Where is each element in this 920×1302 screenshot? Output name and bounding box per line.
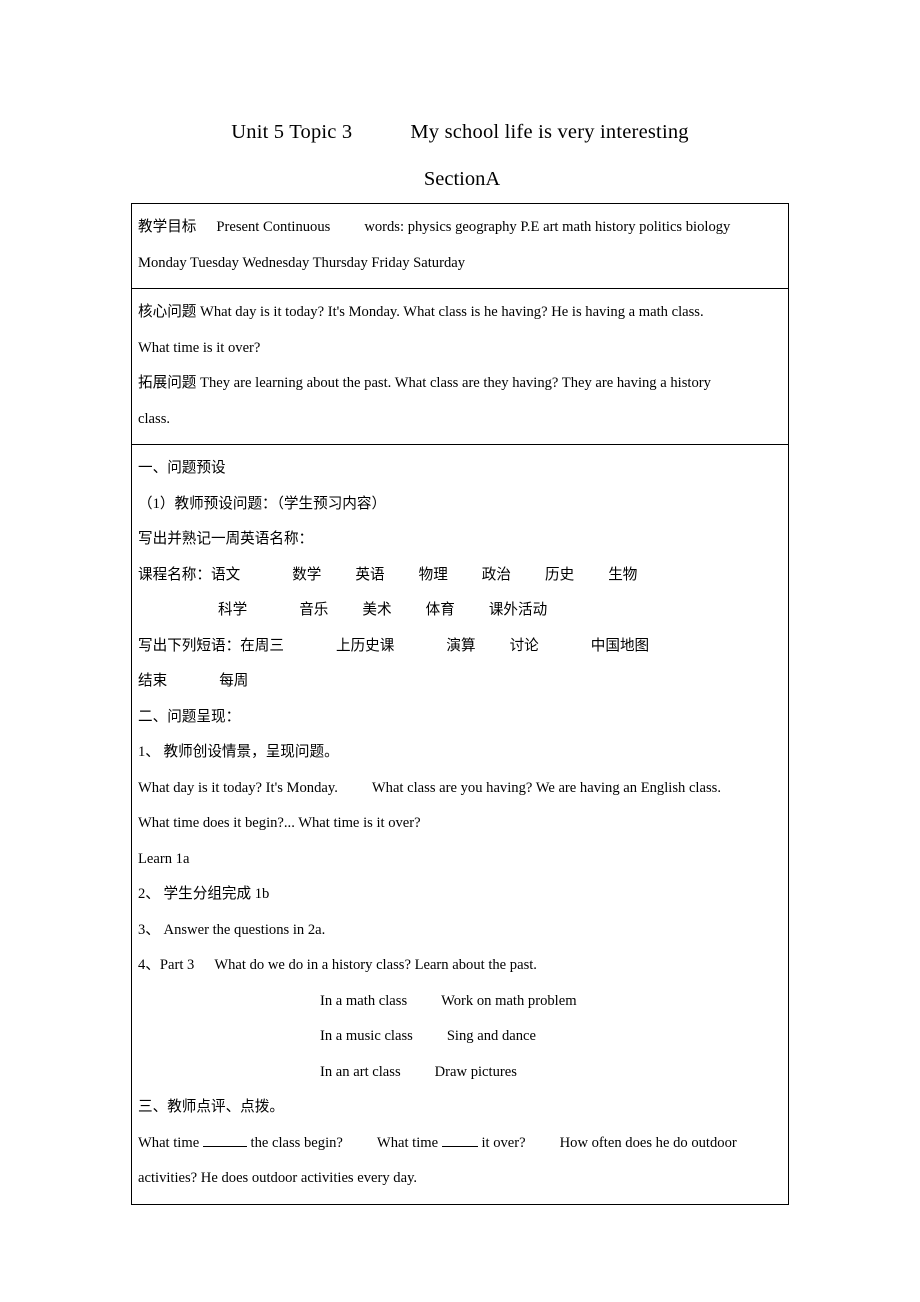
- step-2-label: 2、 学生分组完成 1b: [138, 886, 270, 902]
- class-pair-left: In an art class: [320, 1063, 401, 1080]
- step-3-label: 3、 Answer the questions in 2a.: [138, 921, 326, 938]
- extend-question-line-2: class.: [138, 410, 171, 427]
- core-question-line-2: What time is it over?: [138, 339, 261, 356]
- class-pair-row: In a math class Work on math problem: [138, 984, 782, 1020]
- lesson-plan-table: 教学目标 Present Continuous words: physics geo…: [131, 203, 789, 1205]
- extend-question-label: 拓展问题: [138, 375, 197, 391]
- phrase-on-wednesday: 在周三: [240, 637, 284, 654]
- phrases-label: 写出下列短语：: [138, 637, 241, 654]
- class-pair-right: Sing and dance: [446, 1028, 536, 1044]
- title-line-1: Unit 5 Topic 3 My school life is very int…: [0, 108, 920, 156]
- course-pe: 体育: [425, 602, 455, 618]
- step-4-number: 4、Part 3: [138, 957, 195, 973]
- course-music: 音乐: [299, 602, 329, 618]
- objectives-line-2: Monday Tuesday Wednesday Thursday Friday…: [138, 254, 466, 271]
- title-unit-topic: Unit 5 Topic 3: [231, 121, 353, 143]
- review-text-d: it over?: [481, 1134, 526, 1151]
- course-politics: 政治: [481, 566, 511, 583]
- course-chinese: 语文: [210, 566, 241, 583]
- objectives-line-1: 教学目标 Present Continuous words: physics geo…: [138, 210, 782, 246]
- preset-question-item: （1）教师预设问题：（学生预习内容）: [138, 495, 387, 512]
- objectives-label: 教学目标: [138, 219, 197, 235]
- class-pair-left: In a math class: [320, 992, 408, 1009]
- core-question-label: 核心问题: [138, 304, 197, 320]
- core-question-line-1: 核心问题 What day is it today? It's Monday. …: [138, 295, 782, 331]
- step-1-dialogue-line-1: What day is it today? It's Monday. What c…: [138, 771, 782, 807]
- phrase-be-over: 结束: [138, 673, 168, 689]
- step-4-text: What do we do in a history class? Learn …: [214, 957, 537, 973]
- write-weekdays-item: 写出并熟记一周英语名称：: [138, 531, 314, 547]
- table-row-objectives: 教学目标 Present Continuous words: physics geo…: [131, 203, 789, 289]
- table-row-body: 一、问题预设 （1）教师预设问题：（学生预习内容） 写出并熟记一周英语名称： 课…: [131, 444, 789, 1205]
- section-1-heading: 一、问题预设: [138, 460, 226, 476]
- course-names-row-1: 课程名称：语文 数学 英语 物理 政治 历史 生物: [138, 558, 782, 594]
- step-4-label: 4、Part 3 What do we do in a history class…: [138, 948, 782, 984]
- step-1-dialogue-line-2: What time does it begin?... What time is…: [138, 815, 421, 831]
- learn-1a-line: Learn 1a: [138, 850, 190, 867]
- class-pair-row: In a music class Sing and dance: [138, 1019, 782, 1055]
- objectives-grammar: Present Continuous: [216, 219, 331, 235]
- section-2-heading: 二、问题呈现：: [138, 708, 241, 725]
- step-1-question-b: What class are you having? We are having…: [371, 779, 721, 796]
- questions-cell: 核心问题 What day is it today? It's Monday. …: [131, 288, 789, 445]
- step-1-label: 1、 教师创设情景，呈现问题。: [138, 744, 339, 760]
- course-math: 数学: [292, 566, 322, 583]
- document-title: Unit 5 Topic 3 My school life is very int…: [0, 108, 920, 202]
- phrase-every-week: 每周: [219, 673, 249, 689]
- course-english: 英语: [355, 566, 385, 583]
- course-science: 科学: [218, 602, 248, 618]
- phrase-map-of-china: 中国地图: [590, 637, 650, 654]
- class-pair-left: In a music class: [320, 1028, 413, 1044]
- extend-question-line-1: 拓展问题 They are learning about the past. W…: [138, 366, 782, 402]
- course-physics: 物理: [418, 566, 448, 583]
- course-history: 历史: [545, 566, 575, 583]
- review-text-a: What time: [138, 1134, 200, 1151]
- phrases-row-2: 结束 每周: [138, 664, 782, 700]
- class-pair-right: Draw pictures: [434, 1063, 517, 1080]
- course-biology: 生物: [608, 566, 638, 583]
- course-names-label: 课程名称：: [138, 566, 211, 583]
- fill-blank: [441, 1133, 478, 1147]
- class-pair-right: Work on math problem: [441, 992, 577, 1009]
- review-line-2: activities? He does outdoor activities e…: [138, 1170, 418, 1186]
- lesson-body-cell: 一、问题预设 （1）教师预设问题：（学生预习内容） 写出并熟记一周英语名称： 课…: [131, 444, 789, 1205]
- core-question-text: What day is it today? It's Monday. What …: [200, 304, 704, 320]
- review-line-1: What time the class begin? What time it o…: [138, 1126, 782, 1162]
- review-text-c: What time: [376, 1134, 439, 1151]
- course-names-row-2: 科学 音乐 美术 体育 课外活动: [138, 593, 782, 629]
- review-text-b: the class begin?: [250, 1134, 343, 1151]
- phrases-row-1: 写出下列短语：在周三 上历史课 演算 讨论 中国地图: [138, 629, 782, 665]
- document-page: Unit 5 Topic 3 My school life is very int…: [0, 0, 920, 1302]
- fill-blank: [202, 1133, 247, 1147]
- objectives-words-label: words:: [364, 219, 405, 235]
- table-row-questions: 核心问题 What day is it today? It's Monday. …: [131, 288, 789, 445]
- review-text-e: How often does he do outdoor: [559, 1134, 737, 1151]
- step-1-question-a: What day is it today? It's Monday.: [138, 779, 338, 796]
- objectives-cell: 教学目标 Present Continuous words: physics geo…: [131, 203, 789, 289]
- title-lesson-name: My school life is very interesting: [410, 121, 689, 143]
- phrase-work-out: 演算: [446, 637, 476, 654]
- course-art: 美术: [362, 602, 392, 618]
- class-pair-row: In an art class Draw pictures: [138, 1055, 782, 1091]
- section-3-heading: 三、教师点评、点拨。: [138, 1099, 284, 1115]
- title-section: SectionA: [423, 168, 501, 190]
- course-outdoor-activities: 课外活动: [488, 602, 548, 618]
- objectives-words: physics geography P.E art math history p…: [407, 219, 731, 235]
- phrase-have-history-class: 上历史课: [335, 637, 395, 654]
- extend-question-text: They are learning about the past. What c…: [200, 375, 711, 391]
- phrase-discuss: 讨论: [509, 637, 539, 654]
